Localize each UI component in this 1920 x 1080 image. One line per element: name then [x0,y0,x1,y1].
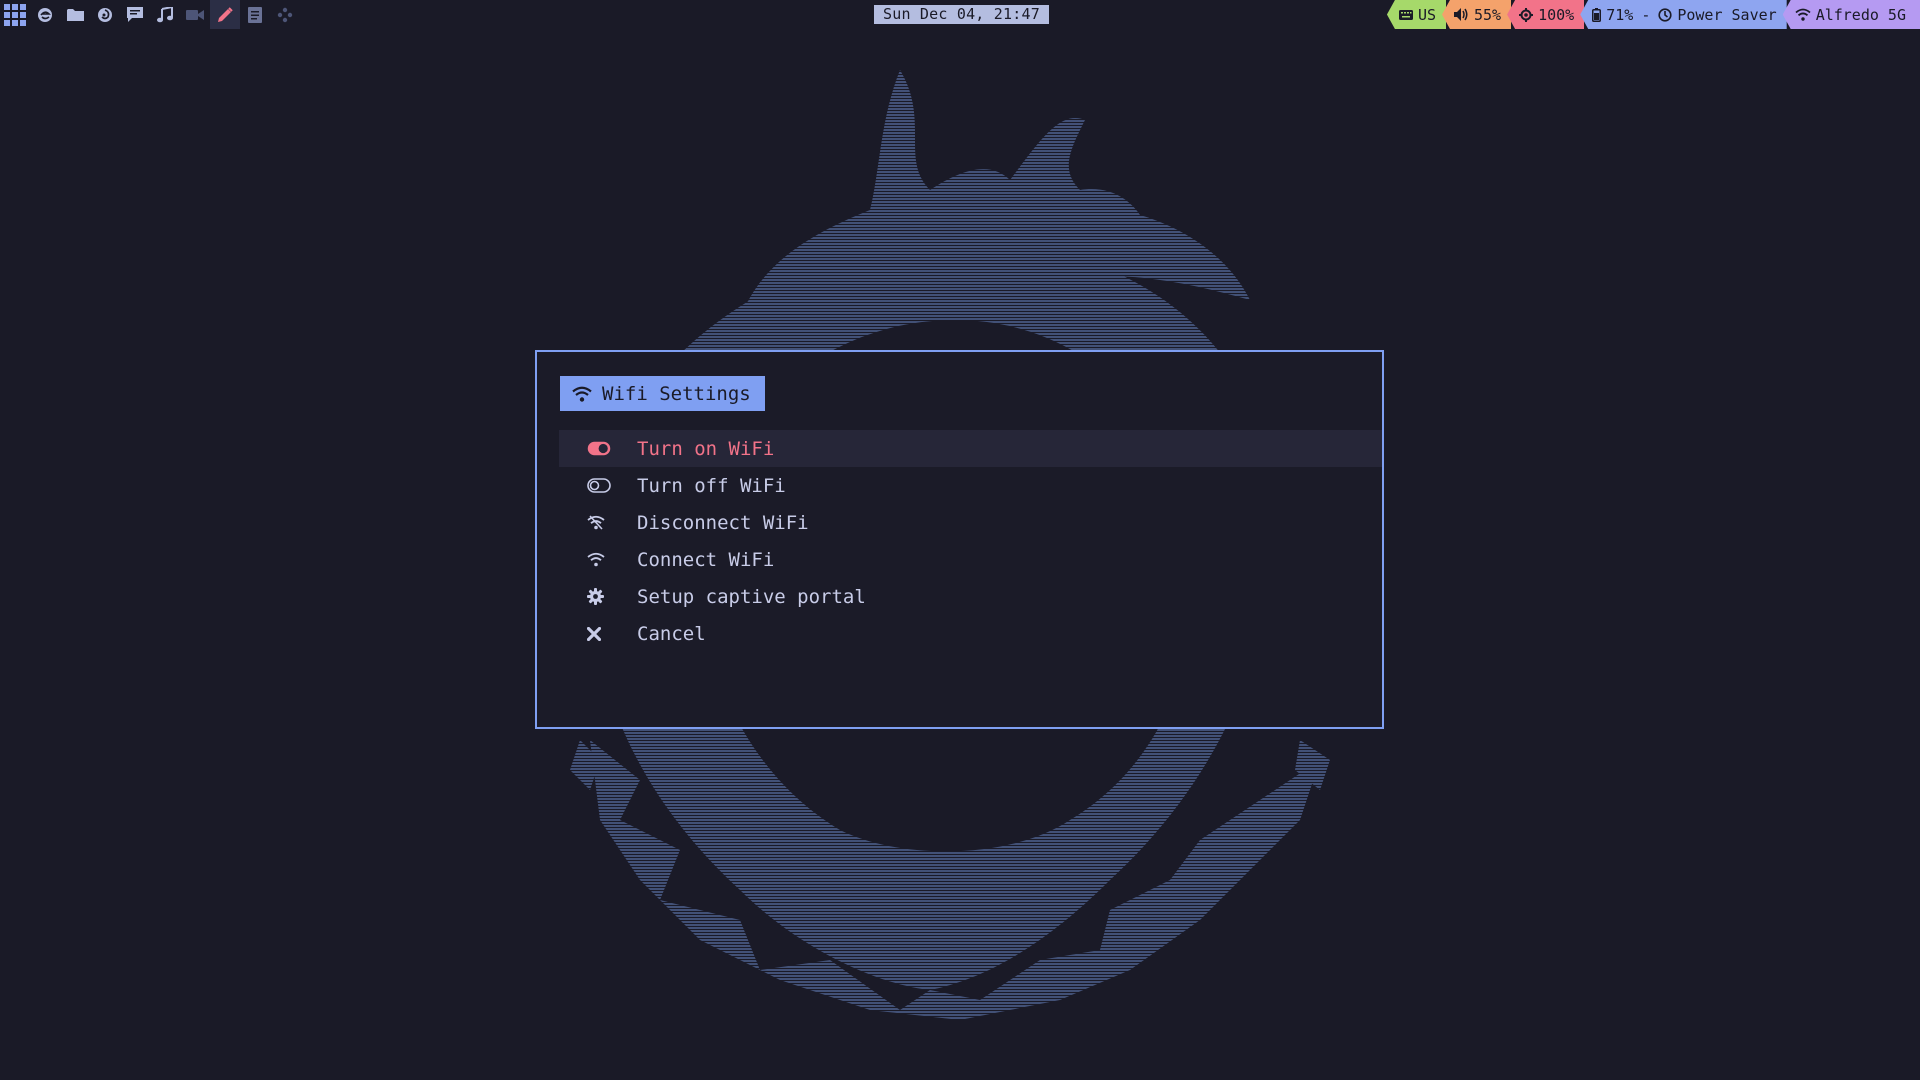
browser-icon[interactable] [30,0,60,29]
menu-item-setup-captive-portal[interactable]: Setup captive portal [559,578,1382,615]
wifi-menu: Turn on WiFi Turn off WiFi Disconnect Wi… [559,430,1382,652]
menu-item-label: Connect WiFi [637,548,775,571]
battery-label: 71% [1606,5,1634,24]
keyboard-icon [1398,9,1413,20]
brightness-label: 100% [1538,5,1575,24]
menu-item-label: Setup captive portal [637,585,866,608]
desktop: Sun Dec 04, 21:47 US 55% 100% 71% - Powe… [0,0,1920,1080]
wifi-icon [587,549,621,571]
speaker-icon [1454,8,1468,21]
wifi-icon [1795,8,1811,21]
menu-item-turn-off-wifi[interactable]: Turn off WiFi [559,467,1382,504]
clock[interactable]: Sun Dec 04, 21:47 [874,5,1049,24]
menu-item-label: Cancel [637,622,706,645]
menu-item-label: Turn on WiFi [637,437,775,460]
wifi-indicator[interactable]: Alfredo 5G [1782,0,1920,29]
volume-indicator[interactable]: 55% [1442,0,1512,29]
volume-label: 55% [1474,5,1502,24]
toggle-on-icon [587,438,621,460]
wifi-settings-dialog: Wifi Settings Turn on WiFi Turn off WiFi… [535,350,1384,729]
power-profile-label: Power Saver [1677,5,1777,24]
apps-grid-icon[interactable] [0,0,30,29]
dialog-title-label: Wifi Settings [602,382,751,405]
gear-icon [587,586,621,608]
folder-icon[interactable] [60,0,90,29]
status-tray: US 55% 100% 71% - Power Saver Alfredo 5G [1386,0,1920,29]
brightness-indicator[interactable]: 100% [1507,0,1585,29]
workspace-switcher [0,0,300,29]
video-camera-icon[interactable] [180,0,210,29]
keyboard-layout-label: US [1417,5,1436,24]
chat-icon[interactable] [120,0,150,29]
close-icon [587,623,621,645]
menu-item-cancel[interactable]: Cancel [559,615,1382,652]
menu-item-label: Turn off WiFi [637,474,786,497]
gamepad-icon[interactable] [270,0,300,29]
firefox-icon[interactable] [90,0,120,29]
music-note-icon[interactable] [150,0,180,29]
top-bar: Sun Dec 04, 21:47 US 55% 100% 71% - Powe… [0,0,1920,29]
dialog-title: Wifi Settings [560,376,765,411]
keyboard-layout-indicator[interactable]: US [1386,0,1446,29]
battery-indicator[interactable]: 71% - Power Saver [1580,0,1787,29]
battery-icon [1592,7,1602,22]
menu-item-connect-wifi[interactable]: Connect WiFi [559,541,1382,578]
pencil-icon[interactable] [210,0,240,29]
menu-item-label: Disconnect WiFi [637,511,809,534]
power-profile-icon [1658,7,1672,22]
brightness-icon [1519,7,1534,22]
battery-separator: - [1641,5,1651,24]
menu-item-disconnect-wifi[interactable]: Disconnect WiFi [559,504,1382,541]
toggle-off-icon [587,475,621,497]
wifi-network-label: Alfredo 5G [1815,5,1906,24]
wifi-icon [572,386,592,402]
menu-item-turn-on-wifi[interactable]: Turn on WiFi [559,430,1382,467]
wifi-off-icon [587,512,621,534]
document-icon[interactable] [240,0,270,29]
